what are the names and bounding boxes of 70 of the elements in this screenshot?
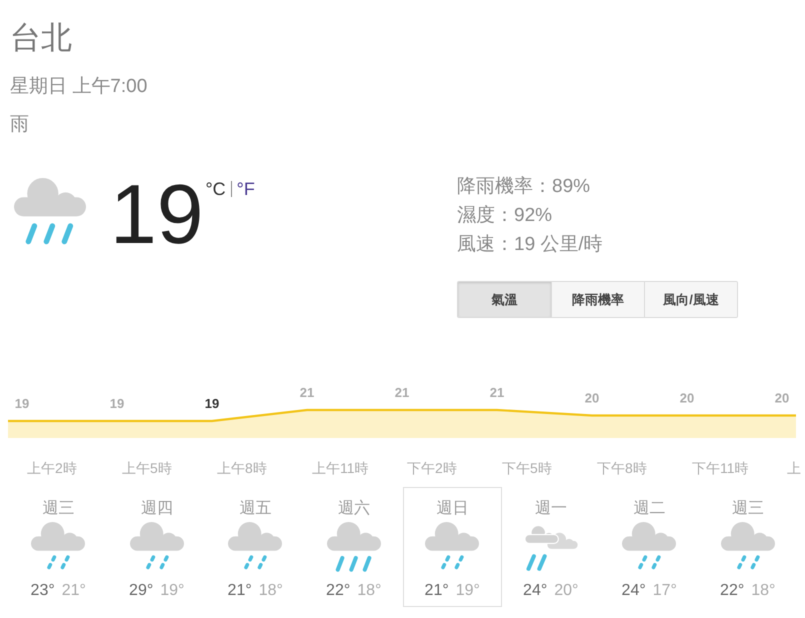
day-card[interactable]: 週四 29° 19° — [108, 487, 206, 607]
day-name: 週一 — [534, 499, 567, 519]
day-card[interactable]: 週日 21° 19° — [403, 487, 502, 607]
day-name: 週日 — [436, 499, 468, 519]
high-temperature: 23° — [30, 581, 55, 602]
high-temperature: 21° — [228, 581, 252, 602]
temperature-label: 21 — [490, 385, 504, 400]
low-temperature: 19° — [456, 581, 480, 602]
hour-label: 下午2時 — [407, 459, 458, 478]
temperature-label: 21 — [394, 385, 410, 400]
temperature-label: 19 — [14, 396, 30, 411]
day-card[interactable]: 週一 24° 20° — [502, 487, 600, 607]
weather-condition: 雨 — [10, 113, 29, 137]
hour-label: 上 — [787, 459, 801, 478]
temperature-label: 20 — [680, 390, 694, 406]
day-name: 週二 — [633, 499, 666, 519]
hour-label: 下午11時 — [692, 459, 750, 478]
low-temperature: 18° — [751, 581, 776, 602]
high-temperature: 24° — [622, 581, 646, 602]
temperature-label: 20 — [584, 390, 600, 406]
day-card[interactable]: 週三 23° 21° — [9, 487, 108, 607]
day-name: 週五 — [239, 499, 272, 519]
rain-cloud-icon — [228, 522, 282, 572]
temperature-label: 19 — [204, 396, 220, 411]
high-temperature: 21° — [424, 581, 449, 602]
hour-label: 上午5時 — [122, 459, 173, 478]
temperature-label: 20 — [774, 390, 790, 406]
rain-cloud-icon — [326, 522, 381, 572]
day-card[interactable]: 週三 22° 18° — [698, 487, 797, 607]
low-temperature: 17° — [652, 581, 677, 602]
day-name: 週六 — [338, 498, 370, 519]
low-temperature: 18° — [357, 581, 382, 602]
hour-label: 上午11時 — [312, 459, 370, 478]
high-temperature: 22° — [720, 581, 744, 602]
high-temperature: 22° — [326, 581, 350, 602]
day-name: 週四 — [140, 499, 173, 519]
chart-tab[interactable]: 降雨機率 — [551, 282, 644, 317]
day-name: 週三 — [42, 499, 74, 519]
current-temperature: 19 — [110, 172, 204, 256]
rain-cloud-icon — [622, 522, 676, 572]
hour-label: 上午2時 — [27, 459, 78, 478]
rain-cloud-icon — [31, 522, 86, 572]
weather-detail: 風速：19 公里/時 — [457, 233, 603, 257]
city-name: 台北 — [10, 19, 72, 57]
temperature-label: 21 — [300, 385, 314, 400]
rain-cloud-icon — [130, 522, 184, 572]
high-temperature: 29° — [129, 581, 154, 602]
weather-detail: 濕度：92% — [457, 204, 552, 228]
low-temperature: 21° — [62, 581, 86, 602]
low-temperature: 19° — [160, 581, 184, 602]
low-temperature: 18° — [258, 581, 283, 602]
day-card[interactable]: 週五 21° 18° — [206, 487, 304, 607]
chart-tab[interactable]: 風向/風速 — [644, 282, 737, 317]
hour-label: 下午5時 — [502, 459, 553, 478]
hour-label: 上午8時 — [217, 459, 268, 478]
rain-cloud-icon — [720, 522, 775, 572]
temperature-label: 19 — [110, 396, 124, 411]
rain-cloud-icon — [425, 522, 480, 572]
hour-label: 下午8時 — [597, 459, 648, 478]
weather-detail: 降雨機率：89% — [457, 175, 590, 199]
day-card[interactable]: 週二 24° 17° — [600, 487, 698, 607]
unit-link[interactable]: °F — [236, 178, 255, 200]
high-temperature: 24° — [523, 581, 548, 602]
date-time: 星期日 上午7:00 — [10, 75, 148, 99]
low-temperature: 20° — [554, 581, 578, 602]
day-card[interactable]: 週六 22° 18° — [304, 487, 403, 607]
rain-cloud-icon — [14, 178, 86, 246]
chart-tab[interactable]: 氣溫 — [458, 282, 551, 317]
unit-label[interactable]: °C — [205, 178, 226, 200]
day-name: 週三 — [732, 499, 764, 519]
